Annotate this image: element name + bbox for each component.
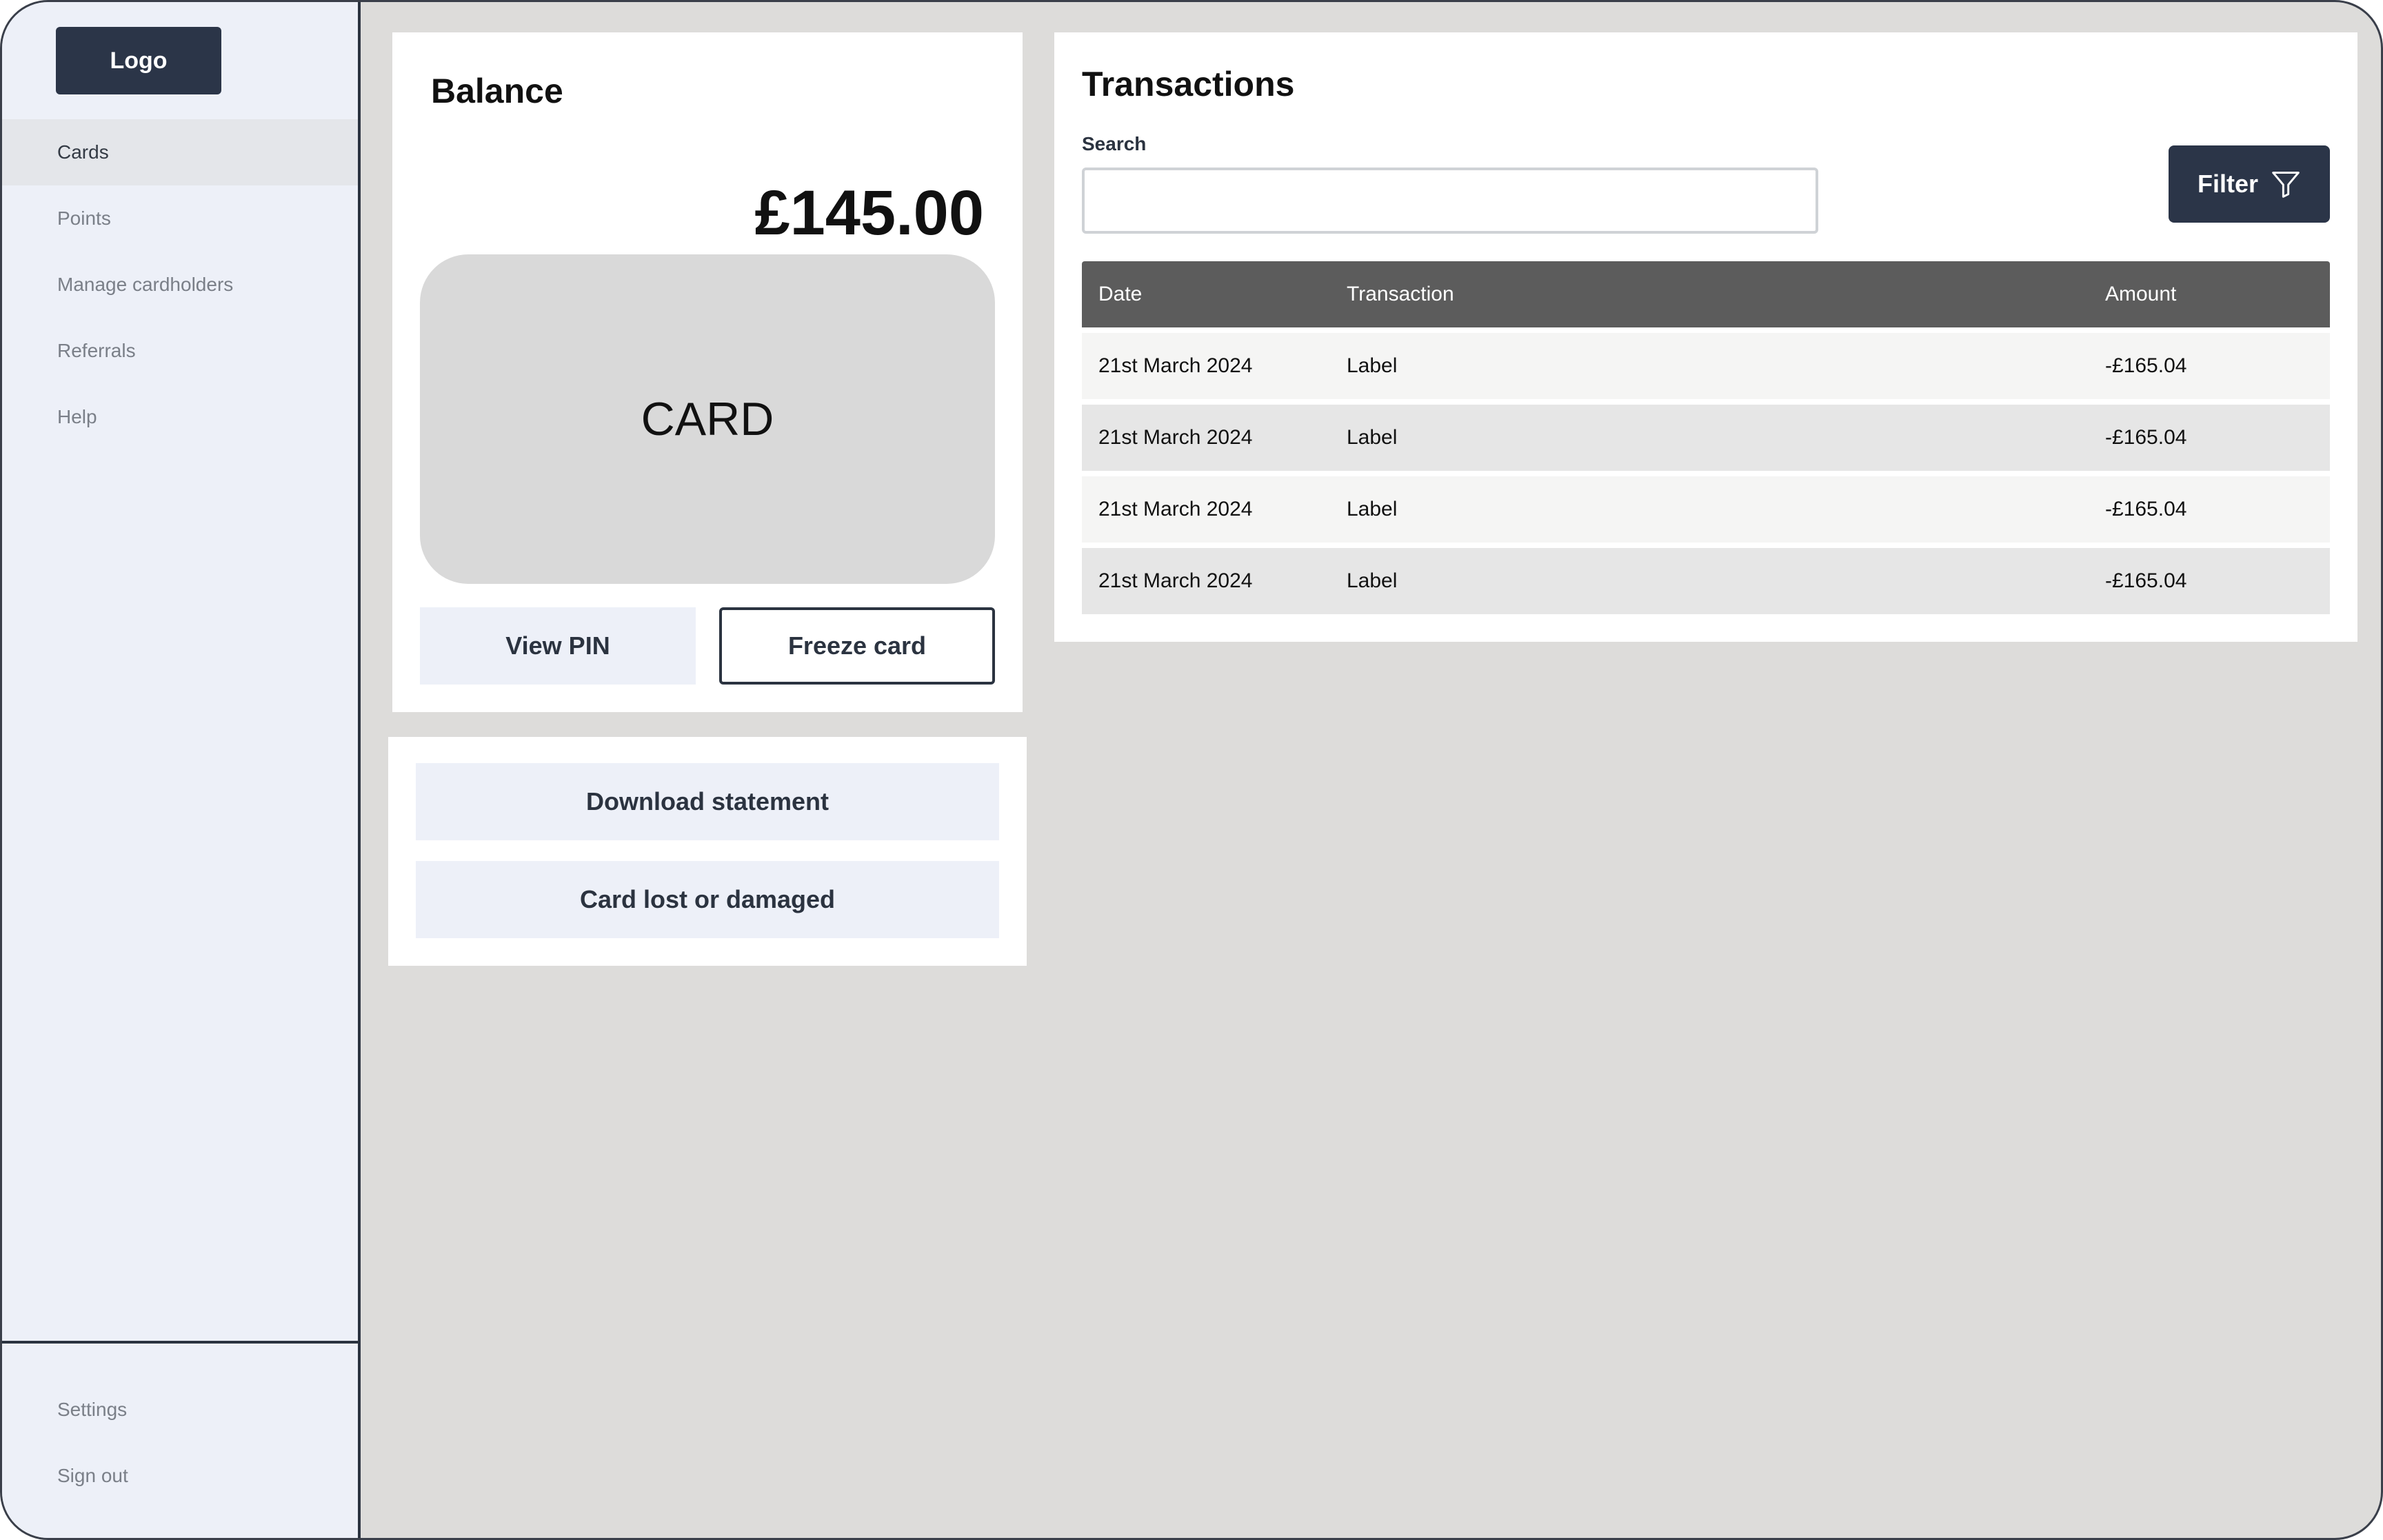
table-row[interactable]: 21st March 2024 Label -£165.04 [1082,548,2330,614]
table-row[interactable]: 21st March 2024 Label -£165.04 [1082,405,2330,471]
filter-icon [2272,172,2300,198]
table-row[interactable]: 21st March 2024 Label -£165.04 [1082,333,2330,399]
row-transaction: Label [1347,569,1398,592]
balance-title: Balance [431,72,563,110]
row-amount: -£165.04 [2105,569,2187,592]
balance-panel: Balance £145.00 CARD View PIN Freeze car… [392,32,1023,712]
filter-button[interactable]: Filter [2169,145,2330,223]
card-image[interactable]: CARD [420,254,995,584]
transactions-panel: Transactions Search Filter Date Transact… [1054,32,2357,642]
transactions-table: Date Transaction Amount 21st March 2024 … [1082,261,2330,614]
freeze-card-button[interactable]: Freeze card [719,607,995,685]
sidebar-item-help[interactable]: Help [2,384,358,450]
download-statement-button[interactable]: Download statement [416,763,999,840]
transactions-title: Transactions [1082,65,1295,103]
row-date: 21st March 2024 [1098,354,1253,377]
sidebar-item-points[interactable]: Points [2,185,358,252]
row-transaction: Label [1347,426,1398,449]
column-header-transaction[interactable]: Transaction [1347,283,2105,306]
row-date: 21st March 2024 [1098,498,1253,520]
card-lost-button[interactable]: Card lost or damaged [416,861,999,938]
app-window: Logo Cards Points Manage cardholders Ref… [0,0,2383,1540]
view-pin-button[interactable]: View PIN [420,607,696,685]
table-row[interactable]: 21st March 2024 Label -£165.04 [1082,476,2330,543]
card-label: CARD [641,393,774,445]
row-date: 21st March 2024 [1098,426,1253,449]
logo[interactable]: Logo [56,27,221,94]
filter-label: Filter [2197,170,2258,198]
row-transaction: Label [1347,498,1398,520]
sidebar-item-cards[interactable]: Cards [2,119,358,185]
sidebar: Logo Cards Points Manage cardholders Ref… [2,2,361,1538]
search-label: Search [1082,133,1147,154]
search-input[interactable] [1082,168,1818,234]
balance-amount: £145.00 [754,178,984,248]
sidebar-item-referrals[interactable]: Referrals [2,318,358,384]
sidebar-item-settings[interactable]: Settings [2,1377,358,1443]
row-transaction: Label [1347,354,1398,377]
column-header-date[interactable]: Date [1082,283,1347,306]
table-header: Date Transaction Amount [1082,261,2330,327]
card-actions-panel: Download statement Card lost or damaged [388,737,1027,966]
sidebar-divider [2,1341,358,1344]
row-date: 21st March 2024 [1098,569,1253,592]
sidebar-item-manage-cardholders[interactable]: Manage cardholders [2,252,358,318]
table-body: 21st March 2024 Label -£165.04 21st Marc… [1082,333,2330,614]
row-amount: -£165.04 [2105,498,2187,520]
row-amount: -£165.04 [2105,426,2187,449]
column-header-amount[interactable]: Amount [2105,283,2330,306]
row-amount: -£165.04 [2105,354,2187,377]
sidebar-item-sign-out[interactable]: Sign out [2,1443,358,1509]
